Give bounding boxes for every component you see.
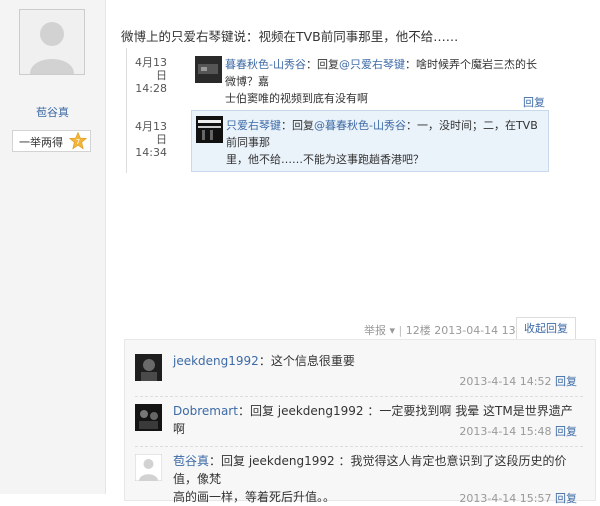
report-link[interactable]: 举报 ▾ xyxy=(364,324,395,337)
floor-number: 12楼 xyxy=(405,324,431,337)
user-avatar[interactable] xyxy=(135,354,162,381)
reply-list: jeekdeng1992：这个信息很重要 2013-4-14 14:52 回复 … xyxy=(124,339,596,505)
comment-item-highlighted: 只爱右琴键：回复@暮春秋色-山秀谷：一，没时间；二，在TVB前同事那 里，他不给… xyxy=(191,110,549,172)
user-avatar[interactable] xyxy=(195,56,222,83)
user-avatar[interactable] xyxy=(196,116,223,143)
reply-link[interactable]: 回复 xyxy=(555,425,577,438)
comment-user-link[interactable]: 暮春秋色-山秀谷 xyxy=(225,58,306,71)
reply-time: 2013-4-14 14:52 xyxy=(459,375,552,388)
reply-user-link[interactable]: 苞谷真 xyxy=(173,454,209,468)
reply-item: jeekdeng1992：这个信息很重要 2013-4-14 14:52 回复 xyxy=(135,350,585,392)
reply-link[interactable]: 回复 xyxy=(523,94,545,110)
comment-body-cont: 士伯窦唯的视频到底有没有啊 xyxy=(225,92,368,105)
post-content: 微博上的只爱右琴键说：视频在TVB前同事那里，他不给…… xyxy=(121,29,459,44)
reply-meta: 2013-4-14 14:52 回复 xyxy=(459,373,577,389)
reply-item: Dobremart：回复 jeekdeng1992 ：一定要找到啊 我晕 这TM… xyxy=(135,400,585,442)
comment-thread: 4月13日 14:28 暮春秋色-山秀谷：回复@只爱右琴键：啥时候弄个魔岩三杰的… xyxy=(126,48,557,173)
level-badge[interactable]: 一举两得 7 xyxy=(12,130,91,152)
comment-prefix: ：回复 xyxy=(305,58,339,71)
post-meta: 举报 ▾ | 12楼 2013-04-14 13:59 xyxy=(364,324,534,337)
reply-item: 苞谷真：回复 jeekdeng1992 ：我觉得这人肯定也意识到了这段历史的价值… xyxy=(135,452,585,505)
comment-user-link[interactable]: 只爱右琴键 xyxy=(226,119,281,132)
reply-body: ：回复 jeekdeng1992 ：我觉得这人肯定也意识到了这段历史的价值，像梵 xyxy=(173,454,567,486)
reply-link[interactable]: 回复 xyxy=(555,375,577,388)
badge-level: 7 xyxy=(76,138,80,146)
mention-link[interactable]: @只爱右琴键 xyxy=(339,58,405,71)
comment-item: 暮春秋色-山秀谷：回复@只爱右琴键：啥时候弄个魔岩三杰的长微博？嘉 士伯窦唯的视… xyxy=(191,52,547,109)
reply-body-cont: 高的画一样，等着死后升值。。 xyxy=(173,490,336,504)
reply-time: 2013-4-14 15:48 xyxy=(459,425,552,438)
comment-body-cont: 里，他不给……不能为这事跑趟香港吧？ xyxy=(226,153,424,166)
default-avatar-icon xyxy=(20,10,84,74)
comment-date: 4月13日 14:28 xyxy=(127,56,167,95)
reply-body: ：这个信息很重要 xyxy=(258,354,355,368)
reply-meta: 2013-4-14 15:57 回复 xyxy=(459,490,577,506)
comment-date-day: 4月13日 xyxy=(135,120,167,146)
mention-link[interactable]: @暮春秋色-山秀谷 xyxy=(314,119,406,132)
reply-user-link[interactable]: jeekdeng1992 xyxy=(173,354,259,368)
reply-meta: 2013-4-14 15:48 回复 xyxy=(459,423,577,439)
report-label: 举报 xyxy=(364,324,386,337)
badge-label: 一举两得 xyxy=(19,136,63,149)
author-name[interactable]: 苞谷真 xyxy=(0,104,105,120)
comment-date-time: 14:34 xyxy=(135,146,167,159)
author-sidebar: 苞谷真 一举两得 7 xyxy=(0,0,106,494)
comment-date-day: 4月13日 xyxy=(135,56,167,82)
comment-date: 4月13日 14:34 xyxy=(127,120,167,159)
comment-date-time: 14:28 xyxy=(135,82,167,95)
author-avatar[interactable] xyxy=(19,9,85,75)
comment-text: 只爱右琴键：回复@暮春秋色-山秀谷：一，没时间；二，在TVB前同事那 里，他不给… xyxy=(226,117,548,168)
reply-user-link[interactable]: Dobremart xyxy=(173,404,238,418)
reply-text: jeekdeng1992：这个信息很重要 xyxy=(173,352,573,370)
divider xyxy=(135,446,583,447)
collapse-replies-button[interactable]: 收起回复 xyxy=(516,317,576,340)
default-avatar-icon[interactable] xyxy=(135,454,162,481)
level-star-icon: 7 xyxy=(69,132,87,150)
divider xyxy=(135,396,583,397)
comment-text: 暮春秋色-山秀谷：回复@只爱右琴键：啥时候弄个魔岩三杰的长微博？嘉 士伯窦唯的视… xyxy=(225,56,547,107)
post-main: 微博上的只爱右琴键说：视频在TVB前同事那里，他不给…… 4月13日 14:28… xyxy=(106,0,600,505)
comment-prefix: ：回复 xyxy=(281,119,314,132)
user-avatar[interactable] xyxy=(135,404,162,431)
